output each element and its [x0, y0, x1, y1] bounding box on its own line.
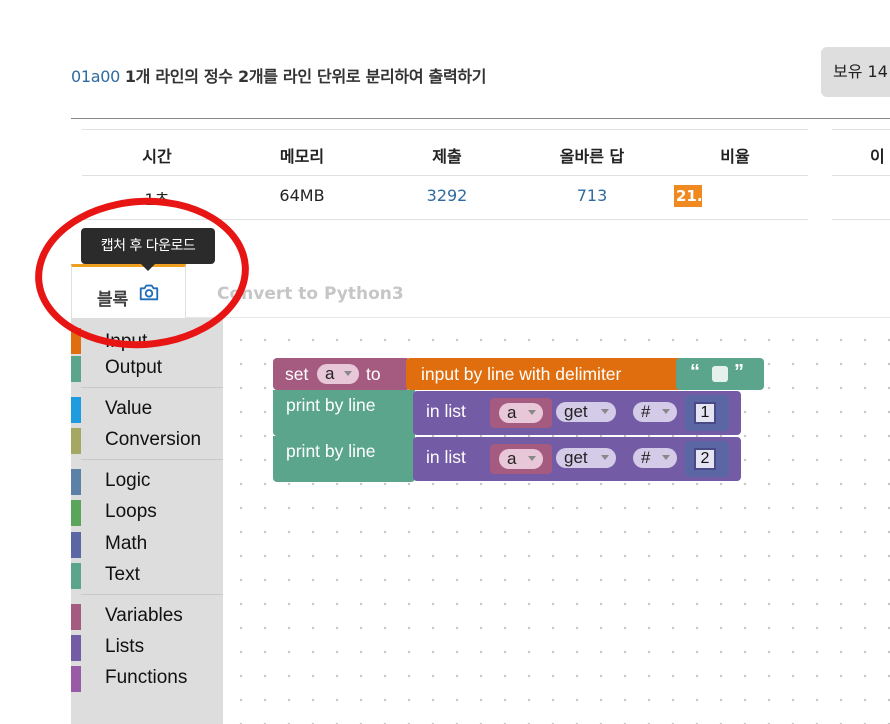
index-mode-dropdown[interactable]: # [633, 448, 677, 468]
get-mode-value: get [564, 402, 588, 421]
toolbox-label: Output [105, 357, 163, 378]
set-keyword: set [285, 364, 309, 384]
list-get-block[interactable]: in list a get # 1 [413, 391, 741, 435]
dropdown-arrow-icon [528, 410, 536, 415]
get-mode-dropdown[interactable]: get [556, 402, 616, 422]
toolbox-label: Functions [105, 667, 188, 688]
category-swatch [71, 666, 81, 692]
stats-submissions-link[interactable]: 3292 [372, 186, 522, 205]
in-list-label: in list [426, 401, 466, 421]
index-mode-value: # [641, 402, 651, 421]
stats-header-border [82, 175, 808, 176]
dropdown-arrow-icon [601, 455, 609, 460]
print-by-line-label: print by line [286, 441, 376, 461]
stats-memory: 64MB [279, 186, 325, 205]
toolbox-category-text[interactable]: Text [71, 563, 223, 593]
problem-title: 1개 라인의 정수 2개를 라인 단위로 분리하여 출력하기 [124, 67, 487, 86]
dropdown-arrow-icon [662, 455, 670, 460]
variables-set-block[interactable]: set a to [273, 358, 410, 390]
category-swatch [71, 563, 81, 589]
variable-get-block[interactable]: a [490, 398, 552, 428]
toolbox-label: Conversion [105, 429, 202, 450]
toolbox-label: Logic [105, 470, 151, 491]
stats-header-extra: 이 [870, 147, 885, 166]
stats-correct-link[interactable]: 713 [517, 186, 667, 205]
toolbox-category-variables[interactable]: Variables [71, 604, 223, 634]
owned-button[interactable]: 보유 14 [821, 47, 890, 97]
dropdown-arrow-icon [344, 371, 352, 376]
stats-ratio: 21. [674, 185, 714, 211]
toolbox-category-loops[interactable]: Loops [71, 500, 223, 530]
number-field[interactable]: 2 [694, 448, 716, 470]
stats-extra-header-border [832, 175, 890, 176]
text-block[interactable]: “ ” [676, 358, 764, 390]
stats-header-time: 시간 [142, 147, 172, 166]
problem-title-row: 01a00 1개 라인의 정수 2개를 라인 단위로 분리하여 출력하기 [71, 63, 487, 87]
toolbox-separator [81, 459, 223, 460]
variable-name: a [507, 403, 517, 422]
print-by-line-block[interactable]: print by line [273, 390, 415, 436]
stats-extra-bottom-border [832, 219, 890, 220]
toolbox-category-conversion[interactable]: Conversion [71, 428, 223, 458]
toolbox-label: Variables [105, 605, 183, 626]
category-swatch [71, 532, 81, 558]
print-by-line-block[interactable]: print by line [273, 436, 415, 482]
text-field[interactable] [712, 366, 728, 382]
blockly-toolbox: Input Output Value Conversion Logic Loop… [71, 318, 223, 724]
header-divider [71, 118, 890, 119]
toolbox-label: Lists [105, 636, 145, 657]
variable-name: a [325, 364, 335, 383]
problem-id[interactable]: 01a00 [71, 67, 120, 86]
get-mode-value: get [564, 448, 588, 467]
category-swatch [71, 397, 81, 423]
toolbox-category-output[interactable]: Output [71, 356, 223, 386]
dropdown-arrow-icon [528, 456, 536, 461]
toolbox-label: Text [105, 564, 140, 585]
list-get-block[interactable]: in list a get # 2 [413, 437, 741, 481]
toolbox-separator [81, 594, 223, 595]
variable-dropdown[interactable]: a [499, 449, 543, 469]
stats-top-border [82, 129, 808, 130]
index-mode-value: # [641, 448, 651, 467]
variable-name: a [507, 449, 517, 468]
dropdown-arrow-icon [662, 409, 670, 414]
stats-header-memory: 메모리 [279, 147, 325, 166]
input-by-line-block[interactable]: input by line with delimiter [406, 358, 682, 390]
category-swatch [71, 356, 81, 382]
input-by-line-label: input by line with delimiter [421, 364, 622, 384]
variable-dropdown[interactable]: a [317, 364, 359, 384]
toolbox-label: Value [105, 398, 153, 419]
toolbox-category-functions[interactable]: Functions [71, 666, 223, 696]
to-keyword: to [366, 364, 381, 384]
toolbox-label: Loops [105, 501, 157, 522]
in-list-label: in list [426, 447, 466, 467]
toolbox-category-lists[interactable]: Lists [71, 635, 223, 665]
toolbox-category-math[interactable]: Math [71, 532, 223, 562]
stats-extra-top-border [832, 129, 890, 130]
dropdown-arrow-icon [601, 409, 609, 414]
category-swatch [71, 500, 81, 526]
math-number-block[interactable]: 2 [685, 441, 729, 477]
print-by-line-label: print by line [286, 395, 376, 415]
ratio-badge: 21. [674, 185, 702, 207]
index-mode-dropdown[interactable]: # [633, 402, 677, 422]
stats-header-submissions: 제출 [432, 147, 462, 166]
quote-open: “ [690, 361, 700, 383]
category-swatch [71, 635, 81, 661]
toolbox-label: Math [105, 533, 148, 554]
variable-dropdown[interactable]: a [499, 403, 543, 423]
toolbox-category-value[interactable]: Value [71, 397, 223, 427]
quote-close: ” [734, 361, 744, 383]
number-field[interactable]: 1 [694, 402, 716, 424]
category-swatch [71, 428, 81, 454]
category-swatch [71, 469, 81, 495]
category-swatch [71, 604, 81, 630]
get-mode-dropdown[interactable]: get [556, 448, 616, 468]
toolbox-separator [81, 387, 223, 388]
stats-header-correct: 올바른 답 [559, 147, 625, 166]
stats-header-ratio: 비율 [720, 147, 750, 166]
math-number-block[interactable]: 1 [685, 395, 729, 431]
toolbox-category-logic[interactable]: Logic [71, 469, 223, 499]
variable-get-block[interactable]: a [490, 444, 552, 474]
